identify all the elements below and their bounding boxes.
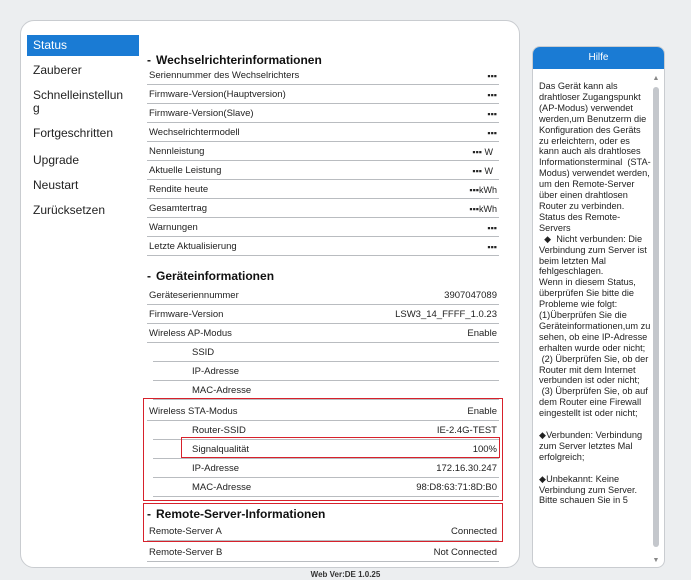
row-value: ▪▪▪ xyxy=(487,223,497,233)
nav-item-status[interactable]: Status xyxy=(27,35,139,56)
row-label: Firmware-Version(Slave) xyxy=(149,108,254,119)
table-row: Firmware-Version LSW3_14_FFFF_1.0.23 xyxy=(147,306,499,324)
table-row: Wireless AP-Modus Enable xyxy=(147,325,499,343)
table-row: Letzte Aktualisierung ▪▪▪ xyxy=(147,238,499,256)
row-label: Geräteseriennummer xyxy=(149,290,239,301)
table-row: Firmware-Version(Hauptversion) ▪▪▪ xyxy=(147,86,499,104)
nav-item-zuruecksetzen[interactable]: Zurücksetzen xyxy=(27,200,139,221)
web-version-footer: Web Ver:DE 1.0.25 xyxy=(310,570,381,579)
table-row: IP-Adresse xyxy=(153,363,499,381)
row-label: Wechselrichtermodell xyxy=(149,127,240,138)
nav-item-fortgeschritten-label: Fortgeschritten xyxy=(33,126,114,140)
row-value: 3907047089 xyxy=(444,290,497,301)
inverter-title: Wechselrichterinformationen xyxy=(156,53,322,67)
table-row: SSID xyxy=(153,344,499,362)
scroll-up-arrow-icon[interactable]: ▲ xyxy=(652,75,660,83)
table-row: Aktuelle Leistung ▪▪▪ W xyxy=(147,162,499,180)
row-value: ▪▪▪ W xyxy=(472,166,493,176)
row-value: ▪▪▪ xyxy=(487,71,497,81)
help-title: Hilfe xyxy=(533,47,664,69)
section-title-device: - Geräteinformationen xyxy=(147,269,275,283)
nav-item-fortgeschritten[interactable]: Fortgeschritten xyxy=(27,123,127,144)
help-scrollbar[interactable]: ▲ ▼ xyxy=(652,73,660,567)
row-value: ▪▪▪ xyxy=(487,109,497,119)
nav-item-schnelleinstellung[interactable]: Schnelleinstellung xyxy=(27,85,131,119)
row-label: Wireless AP-Modus xyxy=(149,328,232,339)
table-row: Firmware-Version(Slave) ▪▪▪ xyxy=(147,105,499,123)
table-row: Warnungen ▪▪▪ xyxy=(147,219,499,237)
row-label: IP-Adresse xyxy=(192,366,239,377)
scroll-down-arrow-icon[interactable]: ▼ xyxy=(652,557,660,565)
row-value: ▪▪▪ xyxy=(487,242,497,252)
row-label: Firmware-Version(Hauptversion) xyxy=(149,89,286,100)
device-title: Geräteinformationen xyxy=(156,269,275,283)
row-label: Letzte Aktualisierung xyxy=(149,241,237,252)
row-value: Enable xyxy=(467,328,497,339)
nav-item-neustart[interactable]: Neustart xyxy=(27,175,139,196)
table-row: Seriennummer des Wechselrichters ▪▪▪ xyxy=(147,67,499,85)
row-label: Warnungen xyxy=(149,222,198,233)
nav-item-zauberer[interactable]: Zauberer xyxy=(27,60,139,81)
row-value: ▪▪▪kWh xyxy=(469,204,497,214)
table-row: Remote-Server B Not Connected xyxy=(147,544,499,562)
row-value: ▪▪▪kWh xyxy=(469,185,497,195)
table-row: Geräteseriennummer 3907047089 xyxy=(147,287,499,305)
help-text: Das Gerät kann als drahtloser Zugangspun… xyxy=(539,81,651,506)
row-label: Gesamtertrag xyxy=(149,203,208,214)
row-label: Seriennummer des Wechselrichters xyxy=(149,70,300,81)
row-value: ▪▪▪ xyxy=(487,128,497,138)
row-label: Rendite heute xyxy=(149,184,209,195)
nav-item-schnelleinstellung-label: Schnelleinstellung xyxy=(33,88,124,115)
row-label: Remote-Server B xyxy=(149,547,223,558)
row-value: ▪▪▪ W xyxy=(472,147,493,157)
table-row: Rendite heute ▪▪▪kWh xyxy=(147,181,499,199)
section-title-inverter: - Wechselrichterinformationen xyxy=(147,53,322,67)
sidebar-nav: Status Zauberer Schnelleinstellung Fortg… xyxy=(27,35,139,221)
table-row: Gesamtertrag ▪▪▪kWh xyxy=(147,200,499,218)
nav-item-upgrade[interactable]: Upgrade xyxy=(27,150,139,171)
table-row: Nennleistung ▪▪▪ W xyxy=(147,143,499,161)
row-value: ▪▪▪ xyxy=(487,90,497,100)
row-label: Aktuelle Leistung xyxy=(149,165,222,176)
row-label: Firmware-Version xyxy=(149,309,224,320)
main-panel: Status Zauberer Schnelleinstellung Fortg… xyxy=(20,20,520,568)
table-row: Wechselrichtermodell ▪▪▪ xyxy=(147,124,499,142)
scroll-thumb[interactable] xyxy=(653,87,659,547)
help-panel: Hilfe Das Gerät kann als drahtloser Zuga… xyxy=(532,46,665,568)
row-label: SSID xyxy=(192,347,215,358)
row-value: Not Connected xyxy=(433,547,497,558)
row-value: LSW3_14_FFFF_1.0.23 xyxy=(395,309,497,320)
remote-highlight-box xyxy=(143,503,503,542)
signal-highlight-box xyxy=(181,437,500,458)
row-label: Nennleistung xyxy=(149,146,205,157)
